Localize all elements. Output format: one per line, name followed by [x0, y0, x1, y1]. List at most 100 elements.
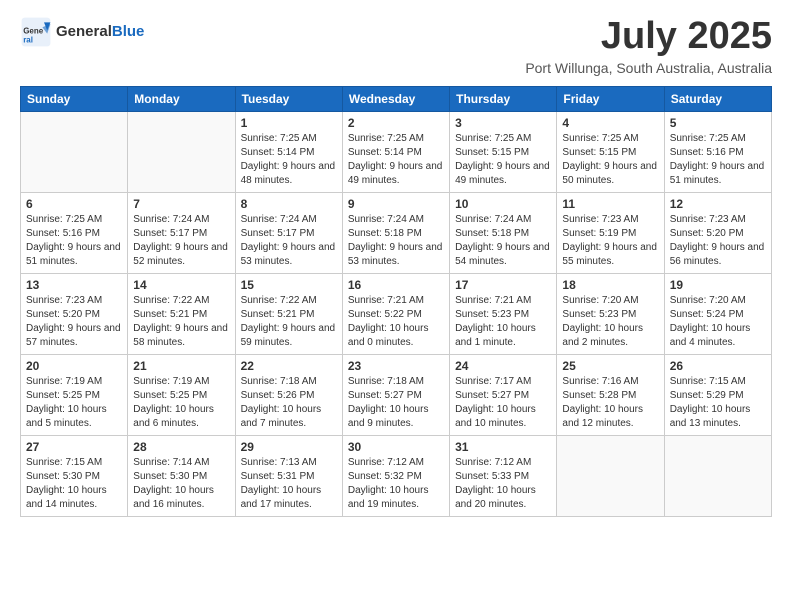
day-number: 4	[562, 116, 658, 130]
day-number: 18	[562, 278, 658, 292]
day-info: Sunrise: 7:21 AMSunset: 5:22 PMDaylight:…	[348, 294, 444, 350]
svg-text:ral: ral	[23, 35, 33, 44]
calendar-cell: 13 Sunrise: 7:23 AMSunset: 5:20 PMDayligh…	[21, 273, 128, 354]
calendar-cell: 21Sunrise: 7:19 AMSunset: 5:25 PMDayligh…	[128, 354, 235, 435]
day-number: 27	[26, 440, 122, 454]
day-number: 7	[133, 197, 229, 211]
calendar-body: 1 Sunrise: 7:25 AMSunset: 5:14 PMDaylight…	[21, 111, 772, 516]
day-info: Sunrise: 7:20 AMSunset: 5:23 PMDaylight:…	[562, 294, 658, 350]
day-info: Sunrise: 7:19 AMSunset: 5:25 PMDaylight:…	[26, 375, 122, 431]
day-number: 12	[670, 197, 766, 211]
calendar-week-3: 13 Sunrise: 7:23 AMSunset: 5:20 PMDayligh…	[21, 273, 772, 354]
calendar-cell: 24 Sunrise: 7:17 AMSunset: 5:27 PMDayligh…	[450, 354, 557, 435]
day-number: 3	[455, 116, 551, 130]
day-number: 16	[348, 278, 444, 292]
day-number: 6	[26, 197, 122, 211]
calendar-week-4: 20 Sunrise: 7:19 AMSunset: 5:25 PMDayligh…	[21, 354, 772, 435]
day-info: Sunrise: 7:16 AMSunset: 5:28 PMDaylight:…	[562, 375, 658, 431]
day-info: Sunrise: 7:24 AMSunset: 5:17 PMDaylight:…	[133, 213, 229, 269]
calendar-cell: 19 Sunrise: 7:20 AMSunset: 5:24 PMDayligh…	[664, 273, 771, 354]
day-info: Sunrise: 7:12 AMSunset: 5:33 PMDaylight:…	[455, 456, 551, 512]
calendar-week-1: 1 Sunrise: 7:25 AMSunset: 5:14 PMDaylight…	[21, 111, 772, 192]
calendar-cell	[128, 111, 235, 192]
day-info: Sunrise: 7:20 AMSunset: 5:24 PMDaylight:…	[670, 294, 766, 350]
day-number: 9	[348, 197, 444, 211]
day-number: 14	[133, 278, 229, 292]
day-number: 28	[133, 440, 229, 454]
day-number: 25	[562, 359, 658, 373]
calendar-cell: 5Sunrise: 7:25 AMSunset: 5:16 PMDaylight…	[664, 111, 771, 192]
calendar-cell: 3 Sunrise: 7:25 AMSunset: 5:15 PMDaylight…	[450, 111, 557, 192]
calendar-cell: 28 Sunrise: 7:14 AMSunset: 5:30 PMDayligh…	[128, 435, 235, 516]
calendar-cell: 27 Sunrise: 7:15 AMSunset: 5:30 PMDayligh…	[21, 435, 128, 516]
weekday-header-thursday: Thursday	[450, 86, 557, 111]
day-number: 20	[26, 359, 122, 373]
day-info: Sunrise: 7:17 AMSunset: 5:27 PMDaylight:…	[455, 375, 551, 431]
calendar-cell	[21, 111, 128, 192]
day-number: 19	[670, 278, 766, 292]
calendar-cell: 31 Sunrise: 7:12 AMSunset: 5:33 PMDayligh…	[450, 435, 557, 516]
day-number: 8	[241, 197, 337, 211]
calendar-cell	[664, 435, 771, 516]
calendar-cell: 7 Sunrise: 7:24 AMSunset: 5:17 PMDaylight…	[128, 192, 235, 273]
calendar-cell	[557, 435, 664, 516]
day-number: 21	[133, 359, 229, 373]
day-number: 31	[455, 440, 551, 454]
day-info: Sunrise: 7:24 AMSunset: 5:17 PMDaylight:…	[241, 213, 337, 269]
calendar-cell: 6 Sunrise: 7:25 AMSunset: 5:16 PMDaylight…	[21, 192, 128, 273]
day-number: 10	[455, 197, 551, 211]
calendar-cell: 2 Sunrise: 7:25 AMSunset: 5:14 PMDaylight…	[342, 111, 449, 192]
day-number: 1	[241, 116, 337, 130]
calendar-cell: 23Sunrise: 7:18 AMSunset: 5:27 PMDayligh…	[342, 354, 449, 435]
day-number: 26	[670, 359, 766, 373]
calendar-cell: 18 Sunrise: 7:20 AMSunset: 5:23 PMDayligh…	[557, 273, 664, 354]
day-number: 2	[348, 116, 444, 130]
title-block: July 2025 Port Willunga, South Australia…	[525, 16, 772, 76]
calendar-cell: 25 Sunrise: 7:16 AMSunset: 5:28 PMDayligh…	[557, 354, 664, 435]
calendar-cell: 8 Sunrise: 7:24 AMSunset: 5:17 PMDaylight…	[235, 192, 342, 273]
calendar-cell: 30Sunrise: 7:12 AMSunset: 5:32 PMDayligh…	[342, 435, 449, 516]
page-header: Gene ral GeneralBlue July 2025 Port Will…	[20, 16, 772, 76]
calendar-cell: 29Sunrise: 7:13 AMSunset: 5:31 PMDayligh…	[235, 435, 342, 516]
day-number: 13	[26, 278, 122, 292]
calendar-cell: 26 Sunrise: 7:15 AMSunset: 5:29 PMDayligh…	[664, 354, 771, 435]
day-info: Sunrise: 7:15 AMSunset: 5:29 PMDaylight:…	[670, 375, 766, 431]
day-info: Sunrise: 7:22 AMSunset: 5:21 PMDaylight:…	[133, 294, 229, 350]
day-info: Sunrise: 7:14 AMSunset: 5:30 PMDaylight:…	[133, 456, 229, 512]
day-info: Sunrise: 7:25 AMSunset: 5:16 PMDaylight:…	[26, 213, 122, 269]
weekday-header-sunday: Sunday	[21, 86, 128, 111]
day-info: Sunrise: 7:24 AMSunset: 5:18 PMDaylight:…	[455, 213, 551, 269]
weekday-header-tuesday: Tuesday	[235, 86, 342, 111]
weekday-header-row: SundayMondayTuesdayWednesdayThursdayFrid…	[21, 86, 772, 111]
logo-wordmark: GeneralBlue	[56, 23, 144, 41]
calendar-week-5: 27 Sunrise: 7:15 AMSunset: 5:30 PMDayligh…	[21, 435, 772, 516]
calendar-cell: 12Sunrise: 7:23 AMSunset: 5:20 PMDayligh…	[664, 192, 771, 273]
calendar-cell: 9Sunrise: 7:24 AMSunset: 5:18 PMDaylight…	[342, 192, 449, 273]
day-number: 24	[455, 359, 551, 373]
calendar-cell: 16 Sunrise: 7:21 AMSunset: 5:22 PMDayligh…	[342, 273, 449, 354]
month-year-title: July 2025	[525, 16, 772, 58]
day-info: Sunrise: 7:22 AMSunset: 5:21 PMDaylight:…	[241, 294, 337, 350]
day-info: Sunrise: 7:15 AMSunset: 5:30 PMDaylight:…	[26, 456, 122, 512]
calendar-cell: 11Sunrise: 7:23 AMSunset: 5:19 PMDayligh…	[557, 192, 664, 273]
logo: Gene ral GeneralBlue	[20, 16, 144, 48]
day-number: 5	[670, 116, 766, 130]
day-info: Sunrise: 7:23 AMSunset: 5:19 PMDaylight:…	[562, 213, 658, 269]
day-info: Sunrise: 7:23 AMSunset: 5:20 PMDaylight:…	[26, 294, 122, 350]
calendar-cell: 17Sunrise: 7:21 AMSunset: 5:23 PMDayligh…	[450, 273, 557, 354]
calendar-cell: 20 Sunrise: 7:19 AMSunset: 5:25 PMDayligh…	[21, 354, 128, 435]
location-subtitle: Port Willunga, South Australia, Australi…	[525, 60, 772, 76]
calendar-header: SundayMondayTuesdayWednesdayThursdayFrid…	[21, 86, 772, 111]
day-info: Sunrise: 7:25 AMSunset: 5:14 PMDaylight:…	[241, 132, 337, 188]
weekday-header-wednesday: Wednesday	[342, 86, 449, 111]
day-info: Sunrise: 7:25 AMSunset: 5:15 PMDaylight:…	[455, 132, 551, 188]
calendar-cell: 10 Sunrise: 7:24 AMSunset: 5:18 PMDayligh…	[450, 192, 557, 273]
calendar-cell: 1 Sunrise: 7:25 AMSunset: 5:14 PMDaylight…	[235, 111, 342, 192]
calendar-cell: 22Sunrise: 7:18 AMSunset: 5:26 PMDayligh…	[235, 354, 342, 435]
day-info: Sunrise: 7:21 AMSunset: 5:23 PMDaylight:…	[455, 294, 551, 350]
day-info: Sunrise: 7:25 AMSunset: 5:14 PMDaylight:…	[348, 132, 444, 188]
day-info: Sunrise: 7:12 AMSunset: 5:32 PMDaylight:…	[348, 456, 444, 512]
day-number: 15	[241, 278, 337, 292]
logo-general: General	[56, 23, 112, 40]
logo-icon: Gene ral	[20, 16, 52, 48]
